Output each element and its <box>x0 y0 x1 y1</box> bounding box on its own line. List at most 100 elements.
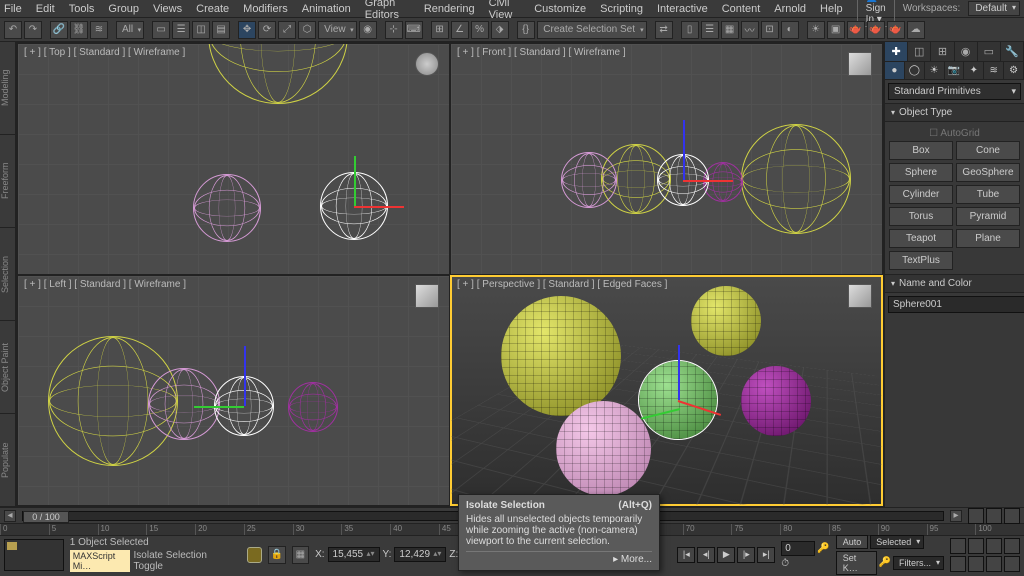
btn-tube[interactable]: Tube <box>956 185 1020 204</box>
viewcube-icon[interactable] <box>415 52 439 76</box>
isolate-selection-button[interactable] <box>247 547 262 563</box>
align-button[interactable]: ▯ <box>681 21 699 39</box>
window-crossing-button[interactable]: ▤ <box>212 21 230 39</box>
pivot-button[interactable]: ◉ <box>359 21 377 39</box>
keyboard-button[interactable]: ⌨ <box>405 21 423 39</box>
time-prev-icon[interactable]: ◂ <box>4 510 16 522</box>
sub-systems-icon[interactable]: ⚙ <box>1004 62 1024 79</box>
menu-civilview[interactable]: Civil View <box>489 0 521 21</box>
scale-button[interactable]: ⤢ <box>278 21 296 39</box>
selection-set-select[interactable]: Create Selection Set <box>537 21 647 39</box>
key-mode-button[interactable]: 🔑 <box>817 543 829 554</box>
menu-group[interactable]: Group <box>108 3 139 15</box>
select-region-button[interactable]: ◫ <box>192 21 210 39</box>
menu-customize[interactable]: Customize <box>534 3 586 15</box>
zoom-button[interactable] <box>968 538 984 554</box>
nav-icon[interactable] <box>968 508 984 524</box>
menu-file[interactable]: File <box>4 3 22 15</box>
goto-start-button[interactable]: |◂ <box>677 547 695 563</box>
material-editor-button[interactable]: ◐ <box>781 21 799 39</box>
pan-button[interactable] <box>950 538 966 554</box>
coord-x-input[interactable]: 15,455▴▾ <box>328 547 380 562</box>
viewcube-icon[interactable] <box>848 52 872 76</box>
viewport-perspective[interactable]: [ + ] [ Perspective ] [ Standard ] [ Edg… <box>451 276 882 506</box>
menu-modifiers[interactable]: Modifiers <box>243 3 288 15</box>
maxscript-listener[interactable]: MAXScript Mi… <box>70 550 130 572</box>
lock-button[interactable]: 🔒 <box>268 546 285 564</box>
rollout-namecolor[interactable]: Name and Color <box>885 274 1024 293</box>
maximize-viewport-button[interactable] <box>1004 556 1020 572</box>
tab-hierarchy-icon[interactable]: ⊞ <box>931 42 954 61</box>
orbit-button[interactable] <box>986 556 1002 572</box>
render-frame-button[interactable]: ▣ <box>827 21 845 39</box>
unlink-button[interactable]: ⛓ <box>70 21 88 39</box>
category-select[interactable]: Standard Primitives <box>888 83 1021 100</box>
tab-motion-icon[interactable]: ◉ <box>955 42 978 61</box>
zoom-extents-all-button[interactable] <box>968 556 984 572</box>
menu-views[interactable]: Views <box>153 3 182 15</box>
viewport-top[interactable]: [ + ] [ Top ] [ Standard ] [ Wireframe ] <box>18 44 449 274</box>
filters-select[interactable]: Filters... <box>893 556 944 570</box>
workspace-select[interactable]: Default <box>968 1 1020 16</box>
percent-snap-button[interactable]: % <box>471 21 489 39</box>
tab-create-icon[interactable]: ✚ <box>885 42 908 61</box>
refcoord-select[interactable]: View <box>318 21 357 39</box>
menu-animation[interactable]: Animation <box>302 3 351 15</box>
tab-objectpaint[interactable]: Object Paint <box>0 321 15 414</box>
manip-button[interactable]: ⊹ <box>385 21 403 39</box>
zoom-all-button[interactable] <box>1004 538 1020 554</box>
coord-mode-button[interactable]: ▦ <box>292 546 309 564</box>
time-config-button[interactable]: ⏱ <box>781 558 789 569</box>
render-last-button[interactable]: 🫖 <box>867 21 885 39</box>
redo-button[interactable]: ↷ <box>24 21 42 39</box>
menu-rendering[interactable]: Rendering <box>424 3 475 15</box>
coord-y-input[interactable]: 12,429▴▾ <box>394 547 446 562</box>
tab-modeling[interactable]: Modeling <box>0 42 15 135</box>
layers-button[interactable]: ☰ <box>701 21 719 39</box>
setkey-button[interactable]: Set K… <box>836 551 877 575</box>
btn-teapot[interactable]: Teapot <box>889 229 953 248</box>
keymode-select[interactable]: Selected <box>870 535 924 549</box>
select-button[interactable]: ▭ <box>152 21 170 39</box>
tab-utilities-icon[interactable]: 🔧 <box>1001 42 1024 61</box>
btn-geosphere[interactable]: GeoSphere <box>956 163 1020 182</box>
viewcube-icon[interactable] <box>415 284 439 308</box>
menu-tools[interactable]: Tools <box>69 3 95 15</box>
menu-scripting[interactable]: Scripting <box>600 3 643 15</box>
mirror-button[interactable]: ⇄ <box>655 21 673 39</box>
btn-textplus[interactable]: TextPlus <box>889 251 953 270</box>
current-frame-input[interactable]: 0 <box>781 541 815 556</box>
render-button[interactable]: 🫖 <box>847 21 865 39</box>
play-button[interactable]: ▶ <box>717 547 735 563</box>
tab-modify-icon[interactable]: ◫ <box>908 42 931 61</box>
autogrid-check[interactable]: ☐ AutoGrid <box>889 126 1020 141</box>
tooltip-more[interactable]: ▸ More... <box>466 551 652 565</box>
tab-display-icon[interactable]: ▭ <box>978 42 1001 61</box>
sub-helpers-icon[interactable]: ✦ <box>964 62 984 79</box>
sub-lights-icon[interactable]: ☀ <box>925 62 945 79</box>
sub-cameras-icon[interactable]: 📷 <box>945 62 965 79</box>
schematic-button[interactable]: ⊡ <box>761 21 779 39</box>
viewcube-icon[interactable] <box>848 284 872 308</box>
undo-button[interactable]: ↶ <box>4 21 22 39</box>
move-button[interactable]: ✥ <box>238 21 256 39</box>
toggle-ribbon-button[interactable]: ▦ <box>721 21 739 39</box>
rotate-button[interactable]: ⟳ <box>258 21 276 39</box>
goto-end-button[interactable]: ▸| <box>757 547 775 563</box>
object-name-input[interactable] <box>888 296 1024 313</box>
bind-button[interactable]: ≋ <box>90 21 108 39</box>
time-slider-knob[interactable]: 0 / 100 <box>23 511 69 523</box>
viewport-front[interactable]: [ + ] [ Front ] [ Standard ] [ Wireframe… <box>451 44 882 274</box>
tab-selection[interactable]: Selection <box>0 228 15 321</box>
menu-edit[interactable]: Edit <box>36 3 55 15</box>
editnamedsel-button[interactable]: {} <box>517 21 535 39</box>
render-iter-button[interactable]: 🫖 <box>887 21 905 39</box>
btn-box[interactable]: Box <box>889 141 953 160</box>
btn-torus[interactable]: Torus <box>889 207 953 226</box>
prev-frame-button[interactable]: ◂| <box>697 547 715 563</box>
btn-pyramid[interactable]: Pyramid <box>956 207 1020 226</box>
btn-cone[interactable]: Cone <box>956 141 1020 160</box>
menu-arnold[interactable]: Arnold <box>774 3 806 15</box>
menu-help[interactable]: Help <box>820 3 843 15</box>
angle-snap-button[interactable]: ∠ <box>451 21 469 39</box>
